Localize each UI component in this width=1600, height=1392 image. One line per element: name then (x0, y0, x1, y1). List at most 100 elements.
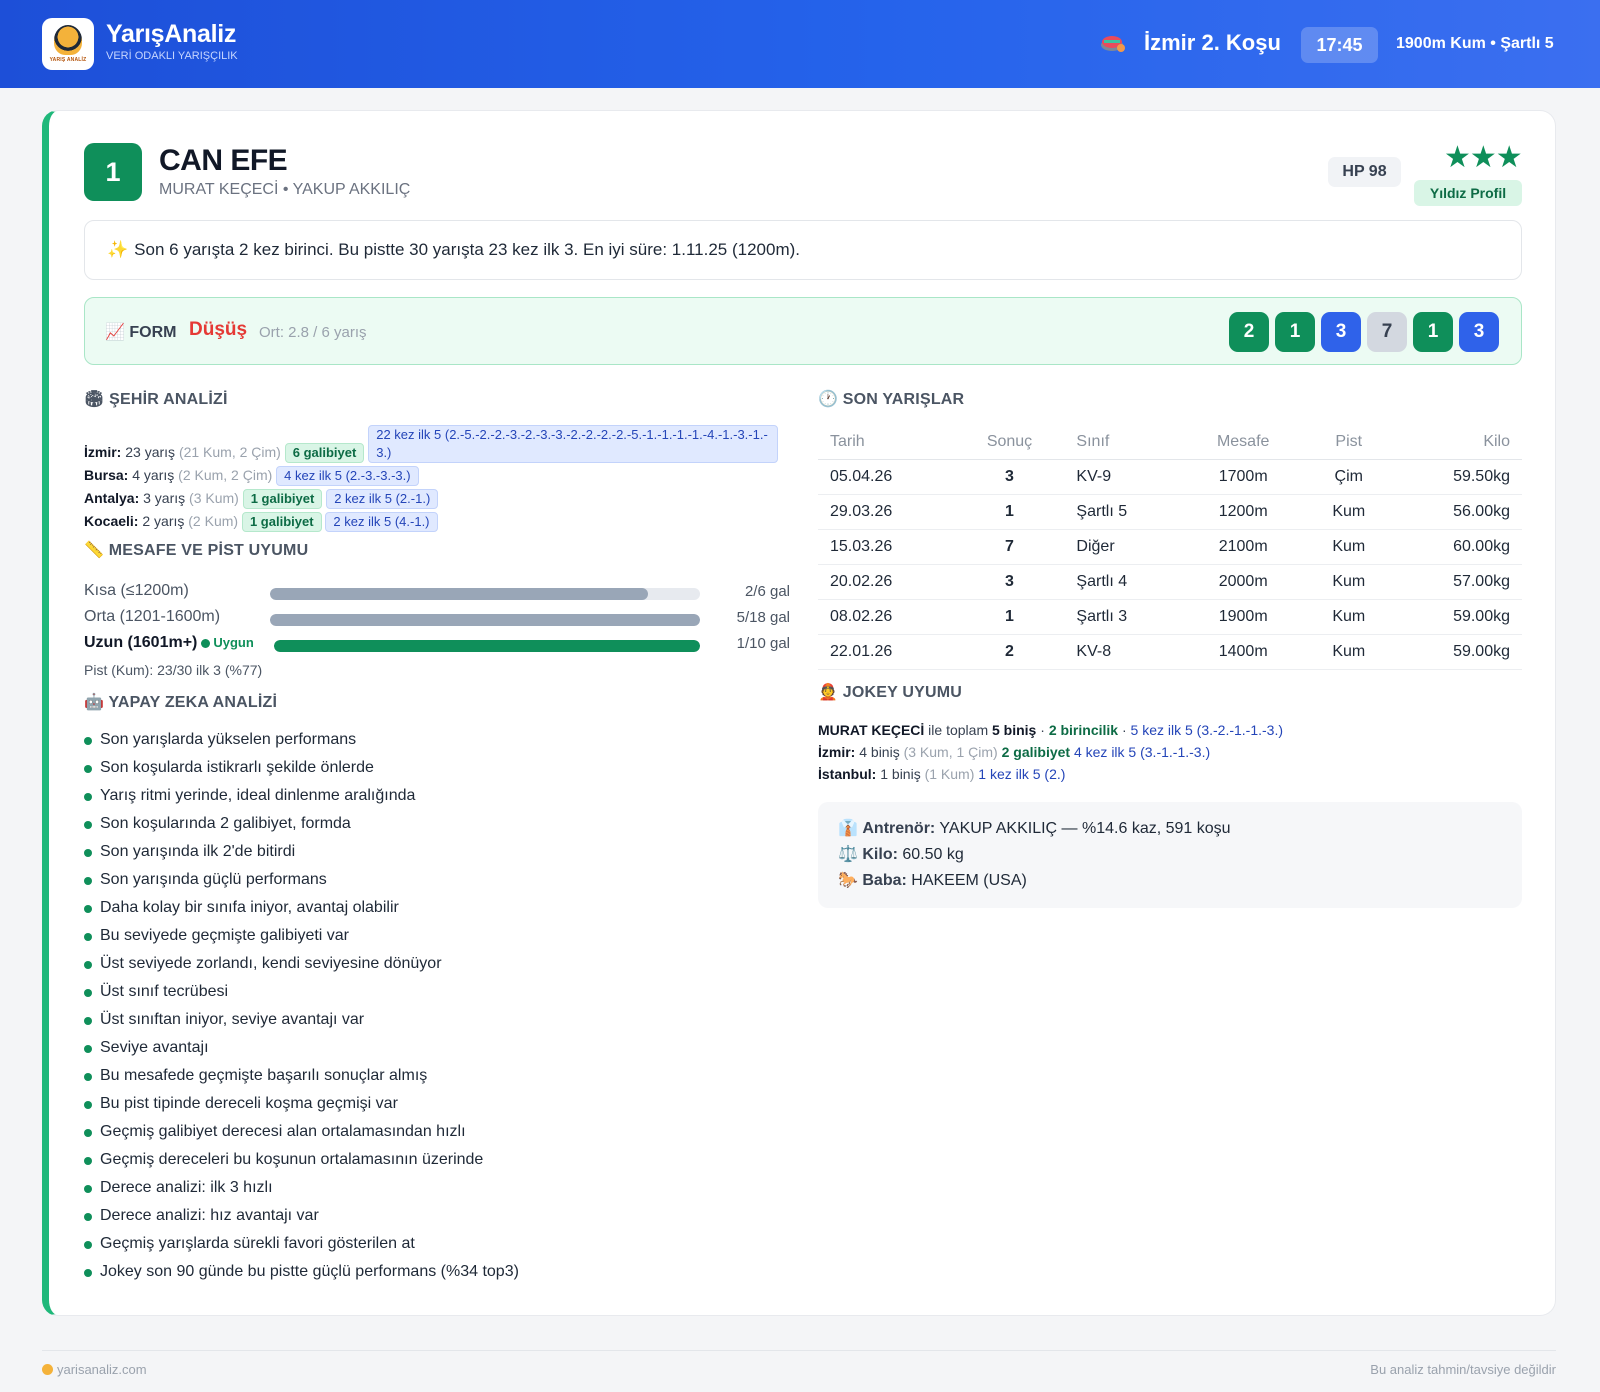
recent-races-table: Tarih Sonuç Sınıf Mesafe Pist Kilo 05.04.26 3 K… (818, 425, 1522, 670)
form-chip: 2 (1229, 312, 1269, 352)
city-row: Antalya: 3 yarış (3 Kum) 1 galibiyet 2 k… (84, 487, 804, 509)
summary-box: ✨ Son 6 yarışta 2 kez birinci. Bu pistte… (84, 220, 1522, 280)
column-header: Mesafe (1182, 425, 1304, 460)
race-weight: 59.50kg (1393, 459, 1522, 495)
distance-bar (270, 588, 700, 600)
chart-up-icon: 📈 (105, 324, 125, 341)
brand: YarışAnaliz VERİ ODAKLI YARIŞÇILIK (106, 20, 238, 62)
jockey-cap-icon (1101, 36, 1125, 52)
list-item: Bu seviyede geçmişte galibiyeti var (84, 925, 519, 953)
list-item: Son koşularda istikrarlı şekilde önlerde (84, 757, 519, 785)
jockey-trainer-names: MURAT KEÇECİ • YAKUP AKKILIÇ (159, 181, 411, 198)
table-row[interactable]: 29.03.26 1 Şartlı 5 1200m Kum 56.00kg (818, 494, 1522, 530)
table-row[interactable]: 05.04.26 3 KV-9 1700m Çim 59.50kg (818, 459, 1522, 495)
top5-badge: 22 kez ilk 5 (2.-5.-2.-2.-3.-2.-3.-3.-2.… (368, 425, 779, 463)
race-result: 1 (954, 494, 1065, 530)
city-analysis-title: 🏟 ŞEHİR ANALİZİ (84, 391, 228, 408)
top5-badge: 2 kez ilk 5 (2.-1.) (326, 489, 439, 509)
race-weight: 57.00kg (1393, 564, 1522, 600)
list-item: Üst sınıf tecrübesi (84, 981, 519, 1009)
wins-badge: 1 galibiyet (242, 489, 323, 509)
distance-label: Orta (1201-1600m) (84, 608, 220, 626)
horse-info-box: 👔 Antrenör: YAKUP AKKILIÇ — %14.6 kaz, 5… (818, 802, 1522, 908)
race-date: 15.03.26 (818, 529, 955, 565)
table-row[interactable]: 22.01.26 2 KV-8 1400m Kum 59.00kg (818, 634, 1522, 670)
city-row: Bursa: 4 yarış (2 Kum, 2 Çim) 4 kez ilk … (84, 464, 804, 486)
jockey-fit-title: 👲 JOKEY UYUMU (818, 684, 963, 701)
race-weight: 60.00kg (1393, 529, 1522, 565)
distance-value: 5/18 gal (736, 609, 790, 626)
list-item: Bu mesafede geçmişte başarılı sonuçlar a… (84, 1065, 519, 1093)
star-rating-icon: ★★★ (1444, 141, 1523, 174)
list-item: Son yarışında güçlü performans (84, 869, 519, 897)
footer-disclaimer: Bu analiz tahmin/tavsiye değildir (1370, 1362, 1556, 1377)
column-header: Pist (1303, 425, 1394, 460)
logo-small-icon (42, 1364, 53, 1375)
city-race-count: 3 yarış (143, 490, 186, 506)
city-row: İzmir: 23 yarış (21 Kum, 2 Çim) 6 galibi… (84, 425, 804, 463)
list-item: Derece analizi: hız avantajı var (84, 1205, 519, 1233)
ai-analysis-list: Son yarışlarda yükselen performans Son ko… (84, 729, 519, 1289)
jockey-total-line: MURAT KEÇECİ ile toplam 5 biniş · 2 biri… (818, 722, 1284, 738)
brand-logo[interactable]: YARIŞ ANALİZ (42, 18, 94, 70)
logo-text: YARIŞ ANALİZ (49, 57, 87, 63)
race-result: 1 (954, 599, 1065, 635)
city-name: İzmir: (84, 444, 122, 460)
brand-name: YarışAnaliz (106, 20, 237, 48)
race-class: KV-9 (1064, 459, 1183, 495)
horse-number: 1 (84, 143, 142, 201)
city-analysis-list: İzmir: 23 yarış (21 Kum, 2 Çim) 6 galibi… (84, 425, 804, 533)
table-row[interactable]: 08.02.26 1 Şartlı 3 1900m Kum 59.00kg (818, 599, 1522, 635)
list-item: Üst sınıftan iniyor, seviye avantajı var (84, 1009, 519, 1037)
footer-site[interactable]: yarisanaliz.com (42, 1362, 147, 1377)
form-chip: 1 (1275, 312, 1315, 352)
distance-bar (270, 614, 700, 626)
table-header: Tarih Sonuç Sınıf Mesafe Pist Kilo (818, 425, 1522, 460)
jockey-fit: MURAT KEÇECİ ile toplam 5 biniş · 2 biri… (818, 719, 1283, 785)
horse-name: CAN EFE (159, 144, 288, 177)
list-item: Son yarışında ilk 2'de bitirdi (84, 841, 519, 869)
city-race-count: 4 yarış (132, 467, 175, 483)
star-profile-badge: Yıldız Profil (1414, 180, 1522, 206)
jockey-city-line: İstanbul: 1 biniş (1 Kum) 1 kez ilk 5 (2… (818, 766, 1066, 782)
column-header: Tarih (818, 425, 955, 460)
list-item: Bu pist tipinde dereceli koşma geçmişi v… (84, 1093, 519, 1121)
sparkle-icon: ✨ (107, 240, 129, 259)
race-weight: 56.00kg (1393, 494, 1522, 530)
race-distance: 1900m (1182, 599, 1304, 635)
race-class: Şartlı 4 (1064, 564, 1183, 600)
city-race-count: 23 yarış (125, 444, 176, 460)
wins-badge: 1 galibiyet (241, 512, 322, 532)
wins-badge: 6 galibiyet (284, 443, 365, 463)
fit-badge: Uygun (201, 635, 253, 650)
top-bar: YARIŞ ANALİZ YarışAnaliz VERİ ODAKLI YAR… (0, 0, 1600, 88)
form-chip: 1 (1413, 312, 1453, 352)
column-header: Kilo (1393, 425, 1522, 460)
weight-line: ⚖️ Kilo: 60.50 kg (838, 846, 964, 863)
race-track: Kum (1303, 494, 1394, 530)
table-row[interactable]: 15.03.26 7 Diğer 2100m Kum 60.00kg (818, 529, 1522, 565)
distance-track-title: 📏 MESAFE VE PİST UYUMU (84, 542, 309, 559)
race-track: Kum (1303, 599, 1394, 635)
hp-badge: HP 98 (1328, 157, 1401, 187)
distance-label: Uzun (1601m+) Uygun (84, 634, 254, 652)
distance-label: Kısa (≤1200m) (84, 582, 189, 600)
city-race-count: 2 yarış (142, 513, 185, 529)
form-trend: Düşüş (189, 319, 248, 340)
table-row[interactable]: 20.02.26 3 Şartlı 4 2000m Kum 57.00kg (818, 564, 1522, 600)
footer-divider (42, 1350, 1556, 1351)
distance-label-text: Kısa (≤1200m) (84, 582, 189, 599)
race-track: Kum (1303, 529, 1394, 565)
distance-row: Orta (1201-1600m) 5/18 gal (84, 606, 790, 632)
list-item: Son koşularında 2 galibiyet, formda (84, 813, 519, 841)
distance-value: 1/10 gal (736, 635, 790, 652)
form-average: Ort: 2.8 / 6 yarış (259, 324, 367, 341)
race-distance: 1400m (1182, 634, 1304, 670)
list-item: Geçmiş dereceleri bu koşunun ortalamasın… (84, 1149, 519, 1177)
race-date: 20.02.26 (818, 564, 955, 600)
city-name: Antalya: (84, 490, 140, 506)
race-info: 1900m Kum • Şartlı 5 (1396, 35, 1554, 52)
city-row: Kocaeli: 2 yarış (2 Kum) 1 galibiyet 2 k… (84, 510, 804, 532)
column-header: Sonuç (954, 425, 1065, 460)
form-chip: 3 (1459, 312, 1499, 352)
